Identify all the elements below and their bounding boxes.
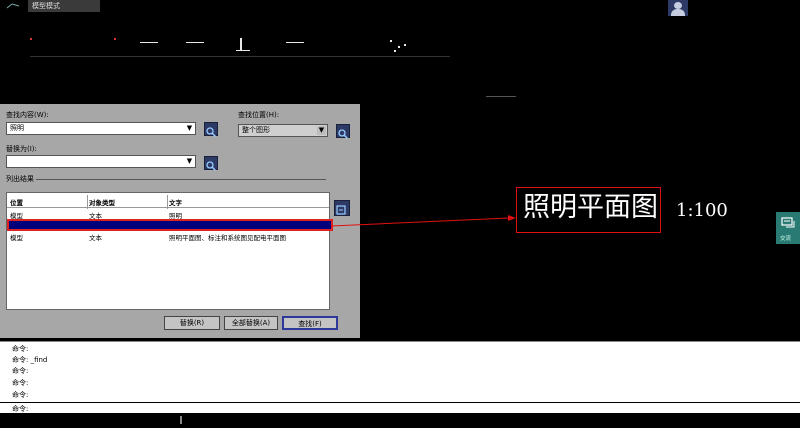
search-in-value: 整个图形 (242, 126, 270, 134)
chat-icon (781, 217, 795, 228)
replace-input[interactable]: ▼ (6, 155, 196, 168)
table-row-selected[interactable] (7, 219, 333, 231)
search-in-label: 查找位置(H): (238, 111, 280, 119)
search-icon (206, 161, 217, 172)
chat-button[interactable]: 交流 (776, 212, 800, 244)
command-history-line: 命令: (12, 345, 29, 353)
find-content-input[interactable]: 照明 ▼ (6, 122, 196, 135)
find-content-value: 照明 (10, 124, 24, 132)
zoom-to-icon (336, 205, 346, 215)
results-divider (36, 179, 326, 180)
search-in-select[interactable]: 整个图形 ▼ (238, 124, 328, 137)
replace-options-button[interactable] (204, 156, 218, 172)
replace-label: 替换为(I): (6, 145, 37, 153)
column-header-type[interactable]: 对象类型 (89, 197, 115, 207)
command-history[interactable]: 命令: 命令: _find 命令: 命令: 命令: (0, 341, 800, 404)
chevron-down-icon[interactable]: ▼ (185, 157, 194, 166)
command-history-line: 命令: (12, 379, 29, 387)
command-history-line: 命令: _find (12, 356, 48, 364)
replace-button[interactable]: 替换(R) (164, 316, 220, 330)
drawing-scale-text[interactable]: 1:100 (676, 200, 728, 221)
drawing-title-text[interactable]: 照明平面图 (516, 187, 661, 233)
chevron-down-icon[interactable]: ▼ (317, 126, 326, 135)
find-content-label: 查找内容(W): (6, 111, 49, 119)
command-input[interactable]: 命令: (0, 402, 800, 414)
table-row[interactable]: 模型 文本 照明平面图、标注和系统图见配电平面图 (7, 232, 329, 242)
status-bar (0, 414, 800, 428)
command-history-line: 命令: (12, 391, 29, 399)
find-replace-dialog: 查找内容(W): 照明 ▼ 查找位置(H): 整个图形 ▼ 替换为(I): ▼ … (0, 104, 360, 338)
select-objects-button[interactable] (336, 124, 350, 140)
select-objects-icon (338, 129, 349, 140)
chevron-down-icon[interactable]: ▼ (185, 124, 194, 133)
results-label: 列出结果 (6, 175, 34, 183)
zoom-to-button[interactable] (334, 200, 350, 216)
command-prompt: 命令: (12, 405, 29, 413)
command-history-line: 命令: (12, 367, 29, 375)
column-header-text[interactable]: 文字 (169, 197, 182, 207)
replace-all-button[interactable]: 全部替换(A) (224, 316, 278, 330)
chat-label: 交流 (780, 236, 792, 242)
find-options-button[interactable] (204, 122, 218, 138)
column-header-location[interactable]: 位置 (10, 197, 23, 207)
table-row[interactable]: 模型 文本 照明 (7, 210, 329, 220)
search-icon (206, 127, 217, 138)
results-list[interactable]: 位置 对象类型 文字 模型 文本 照明 模型 文本 照明平面图、标注和系统图见配… (6, 192, 333, 310)
find-button[interactable]: 查找(F) (282, 316, 338, 330)
drawing-entities (0, 0, 800, 100)
